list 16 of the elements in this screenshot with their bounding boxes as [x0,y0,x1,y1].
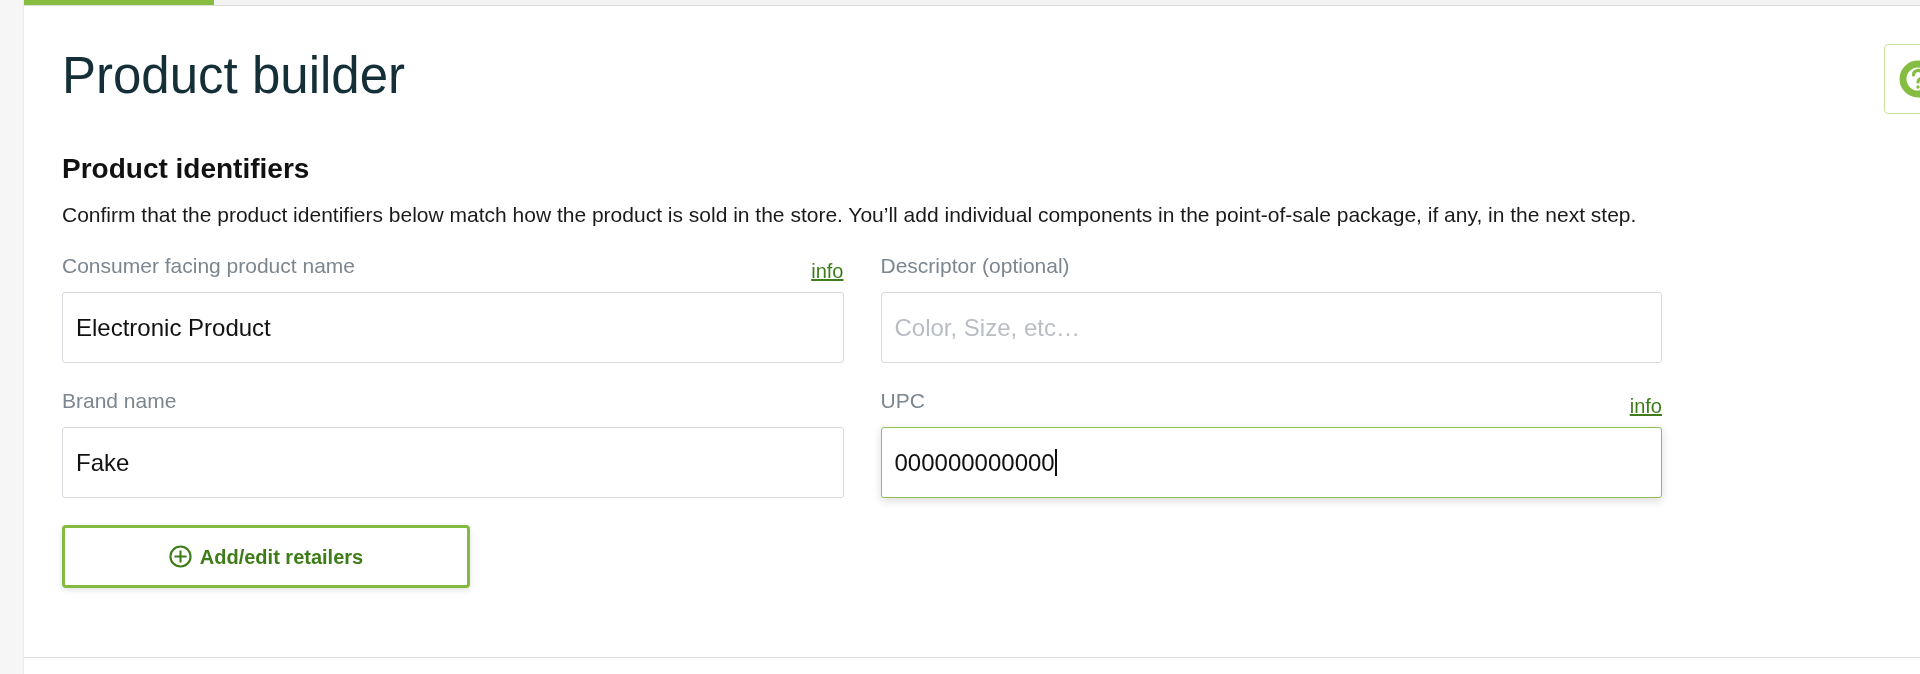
page-title: Product builder [62,46,406,106]
info-link[interactable]: info [1629,392,1662,420]
text-field[interactable]: Fake [62,427,844,498]
info-link[interactable]: info [811,257,844,285]
field-label: Brand name [62,388,177,414]
section-title: Product identifiers [62,152,310,186]
text-field[interactable]: 000000000000 [880,427,1662,498]
field-label: Consumer facing product name [62,253,355,279]
text-cursor-icon [1054,449,1057,476]
text-field[interactable]: Color, Size, etc… [880,292,1662,363]
field-label: Descriptor (optional) [880,253,1070,279]
add-retailers-button[interactable]: Add/edit retailers [62,525,470,588]
text-field[interactable]: Electronic Product [62,292,844,363]
field-label: UPC [880,388,925,414]
section-description: Confirm that the product identifiers below match how the product is sold in the store. You’ll add individual components in the point-of-sale package, if any, in the next step. [62,202,1637,228]
plus-circle-icon [168,545,192,568]
